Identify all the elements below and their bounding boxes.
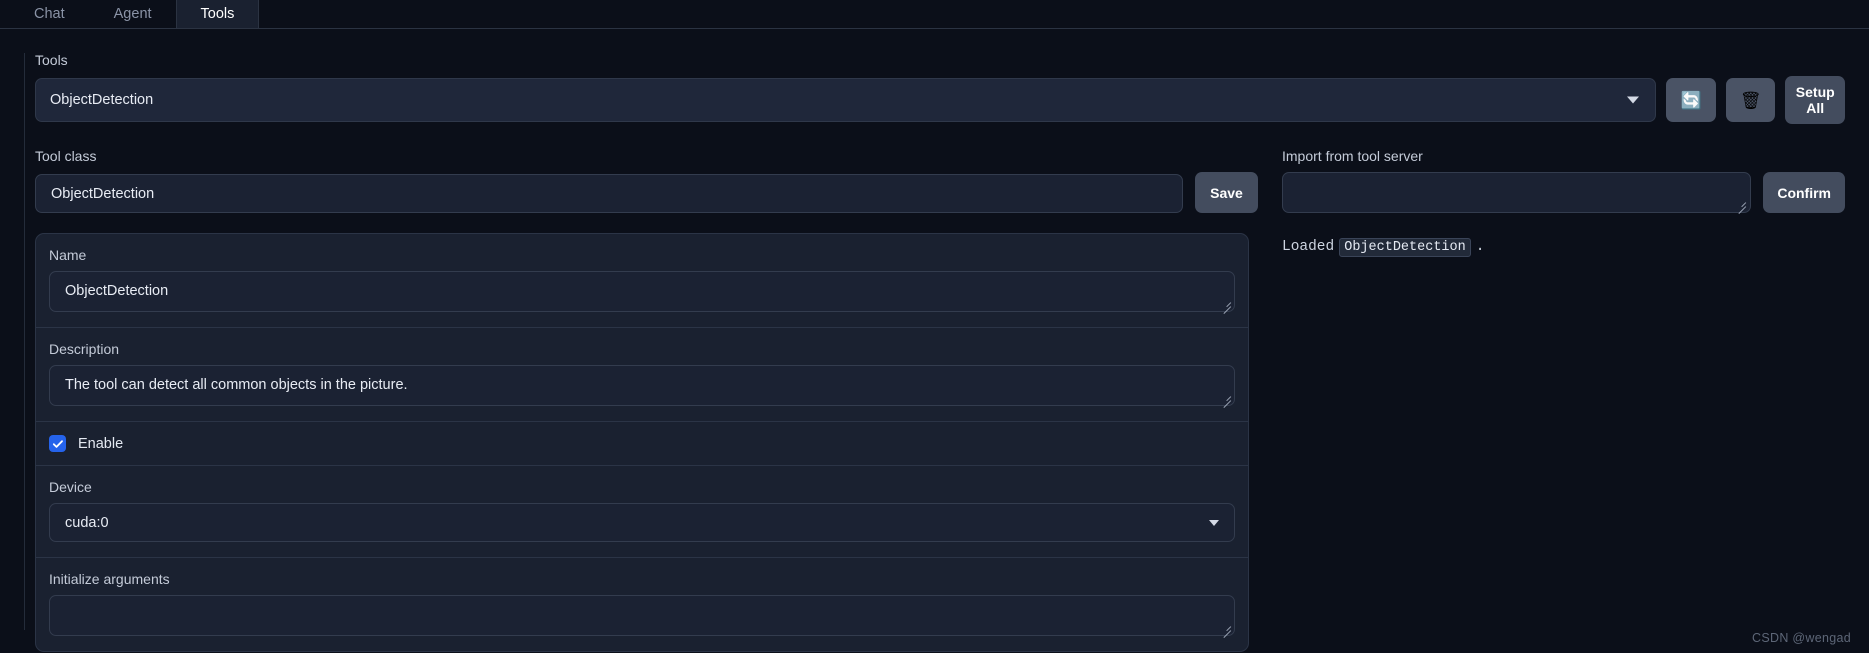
right-column: Import from tool server Confirm Loaded O…: [1258, 149, 1845, 652]
device-select[interactable]: cuda:0: [49, 503, 1235, 542]
tools-selector-controls: ObjectDetection 🔄 🗑 Setup All: [35, 76, 1846, 124]
tool-class-input[interactable]: ObjectDetection: [35, 174, 1183, 213]
tab-chat-label: Chat: [34, 5, 65, 22]
name-input-wrap: ObjectDetection: [49, 271, 1235, 314]
save-button[interactable]: Save: [1195, 172, 1258, 213]
tab-chat[interactable]: Chat: [10, 0, 90, 28]
tab-agent-label: Agent: [113, 5, 152, 22]
tool-class-row: ObjectDetection Save: [35, 172, 1258, 213]
watermark: CSDN @wengad: [1752, 631, 1851, 645]
loaded-status-suffix: .: [1475, 239, 1485, 255]
tab-tools-label: Tools: [200, 5, 235, 22]
chevron-down-icon: [1209, 519, 1219, 526]
init-args-input-wrap: [49, 595, 1235, 638]
delete-tool-button[interactable]: 🗑: [1725, 78, 1776, 122]
description-section: Description The tool can detect all comm…: [36, 328, 1248, 422]
content-columns: Tool class ObjectDetection Save Name Obj…: [35, 149, 1845, 652]
setup-all-label: Setup All: [1795, 83, 1835, 116]
tools-dropdown[interactable]: ObjectDetection: [35, 78, 1657, 122]
tools-selector-row: Tools ObjectDetection 🔄 🗑 Setup All: [35, 52, 1846, 124]
enable-checkbox[interactable]: [49, 435, 66, 452]
refresh-tools-button[interactable]: 🔄: [1666, 78, 1716, 122]
import-row: Confirm: [1282, 172, 1845, 214]
import-label: Import from tool server: [1282, 148, 1423, 164]
tool-detail-card: Name ObjectDetection Description The too…: [35, 233, 1249, 652]
tools-dropdown-value: ObjectDetection: [50, 92, 154, 108]
tool-class-input-wrap: ObjectDetection: [35, 174, 1183, 213]
trash-icon: 🗑: [1739, 90, 1762, 110]
description-input[interactable]: The tool can detect all common objects i…: [49, 365, 1235, 406]
name-section: Name ObjectDetection: [36, 234, 1248, 328]
tools-label: Tools: [35, 52, 68, 68]
left-column: Tool class ObjectDetection Save Name Obj…: [35, 149, 1258, 652]
init-args-input[interactable]: [49, 595, 1235, 636]
refresh-icon: 🔄: [1680, 90, 1702, 110]
loaded-status-code: ObjectDetection: [1339, 238, 1471, 257]
tab-bar: Chat Agent Tools: [0, 0, 1869, 29]
chevron-down-icon: [1627, 96, 1640, 104]
loaded-status: Loaded ObjectDetection .: [1282, 238, 1845, 257]
confirm-button[interactable]: Confirm: [1763, 172, 1845, 213]
setup-all-button[interactable]: Setup All: [1785, 76, 1846, 124]
import-input-wrap: [1282, 172, 1752, 214]
init-args-section: Initialize arguments: [36, 558, 1248, 651]
tab-agent[interactable]: Agent: [90, 0, 177, 28]
description-label: Description: [49, 341, 120, 357]
tool-class-label: Tool class: [35, 148, 97, 164]
enable-row[interactable]: Enable: [36, 422, 1248, 466]
page-body: Tools ObjectDetection 🔄 🗑 Setup All Tool…: [0, 29, 1869, 653]
confirm-button-label: Confirm: [1777, 184, 1831, 201]
tools-panel: Tools ObjectDetection 🔄 🗑 Setup All Tool…: [24, 52, 1846, 652]
device-section: Device cuda:0: [36, 466, 1248, 558]
import-input[interactable]: [1283, 173, 1750, 214]
save-button-label: Save: [1210, 184, 1243, 201]
init-args-label: Initialize arguments: [49, 571, 170, 587]
description-input-wrap: The tool can detect all common objects i…: [49, 365, 1235, 408]
tab-tools[interactable]: Tools: [176, 0, 260, 28]
enable-label: Enable: [78, 435, 124, 452]
device-select-value: cuda:0: [65, 514, 109, 531]
device-label: Device: [49, 479, 92, 495]
name-label: Name: [49, 247, 87, 263]
name-input[interactable]: ObjectDetection: [49, 271, 1235, 312]
loaded-status-prefix: Loaded: [1282, 239, 1335, 255]
